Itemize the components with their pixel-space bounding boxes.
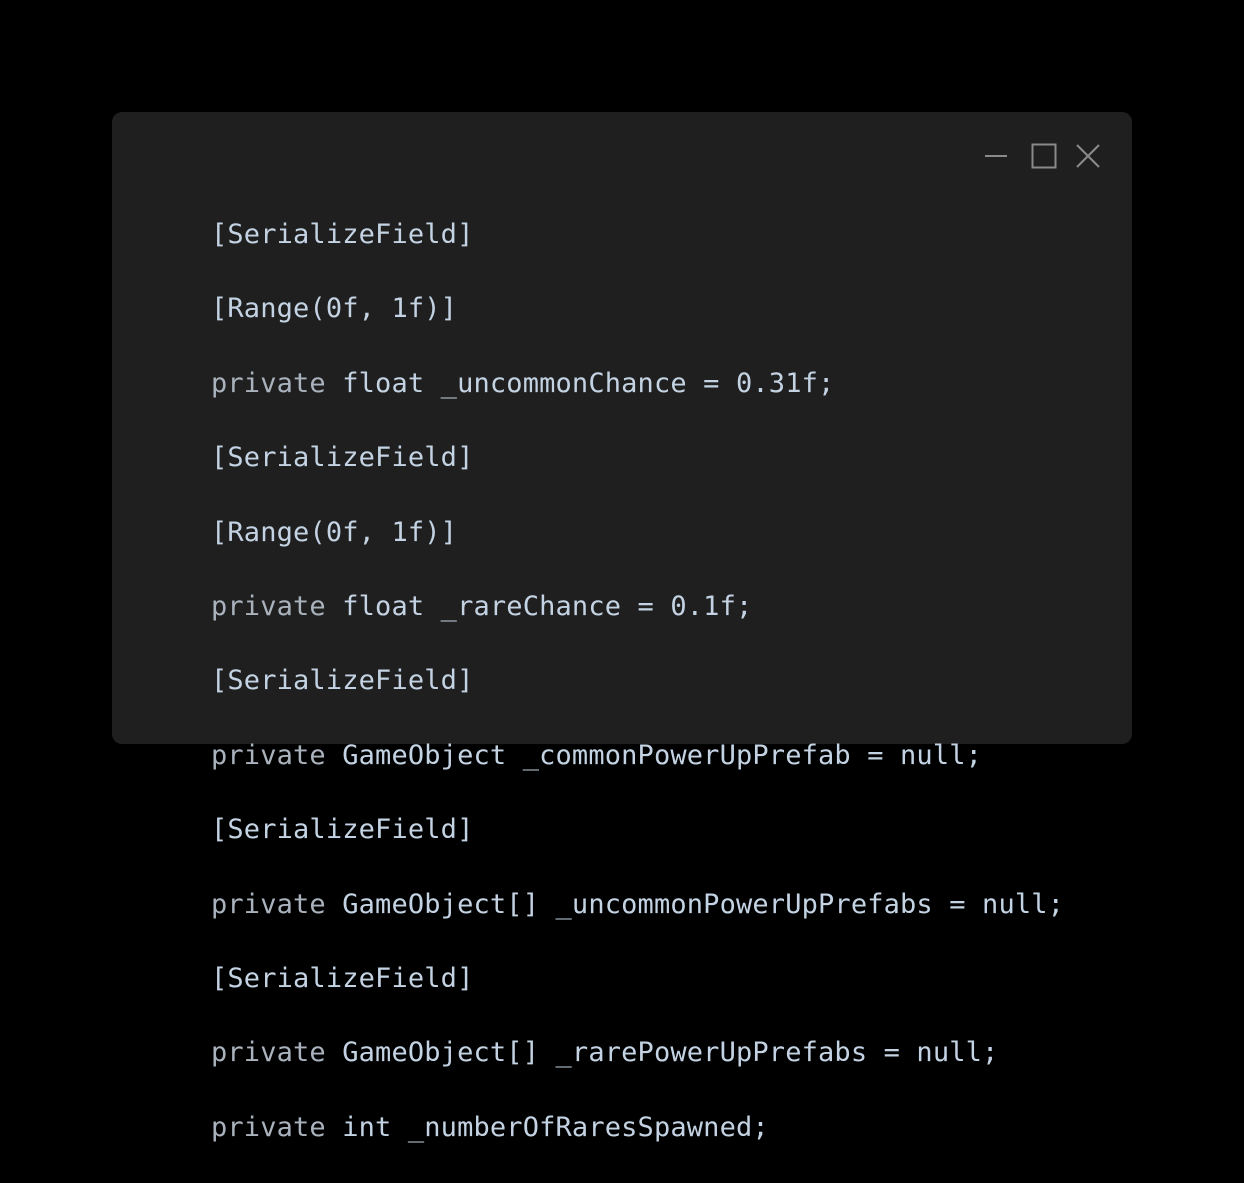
close-button[interactable] [1075,143,1101,169]
code-line: private float _uncommonChance = 0.31f; [211,367,835,399]
keyword-private: private [211,888,326,920]
code-line: private GameObject _commonPowerUpPrefab … [211,739,983,771]
keyword-private: private [211,1037,326,1069]
code-line: [Range(0f, 1f)] [211,516,458,548]
code-line: private GameObject[] _uncommonPowerUpPre… [211,888,1065,920]
code-line: [SerializeField] [211,219,474,250]
keyword-private: private [211,367,326,399]
code-line: [Range(0f, 1f)] [211,293,458,325]
minimize-icon [985,155,1007,157]
code-block: [SerializeField] [Range(0f, 1f)] private… [211,216,1064,1183]
code-line: [SerializeField] [211,814,474,846]
code-line: [SerializeField] [211,665,474,697]
close-icon [1076,144,1100,168]
code-line: [SerializeField] [211,442,474,474]
minimize-button[interactable] [983,143,1009,169]
keyword-private: private [211,739,326,771]
keyword-private: private [211,1111,326,1143]
keyword-private: private [211,590,326,622]
code-line: [SerializeField] [211,962,474,994]
code-line: private float _rareChance = 0.1f; [211,590,753,622]
code-line: private GameObject[] _rarePowerUpPrefabs… [211,1037,999,1069]
maximize-icon [1031,143,1057,169]
maximize-button[interactable] [1031,143,1057,169]
code-line: private int _numberOfRaresSpawned; [211,1111,769,1143]
